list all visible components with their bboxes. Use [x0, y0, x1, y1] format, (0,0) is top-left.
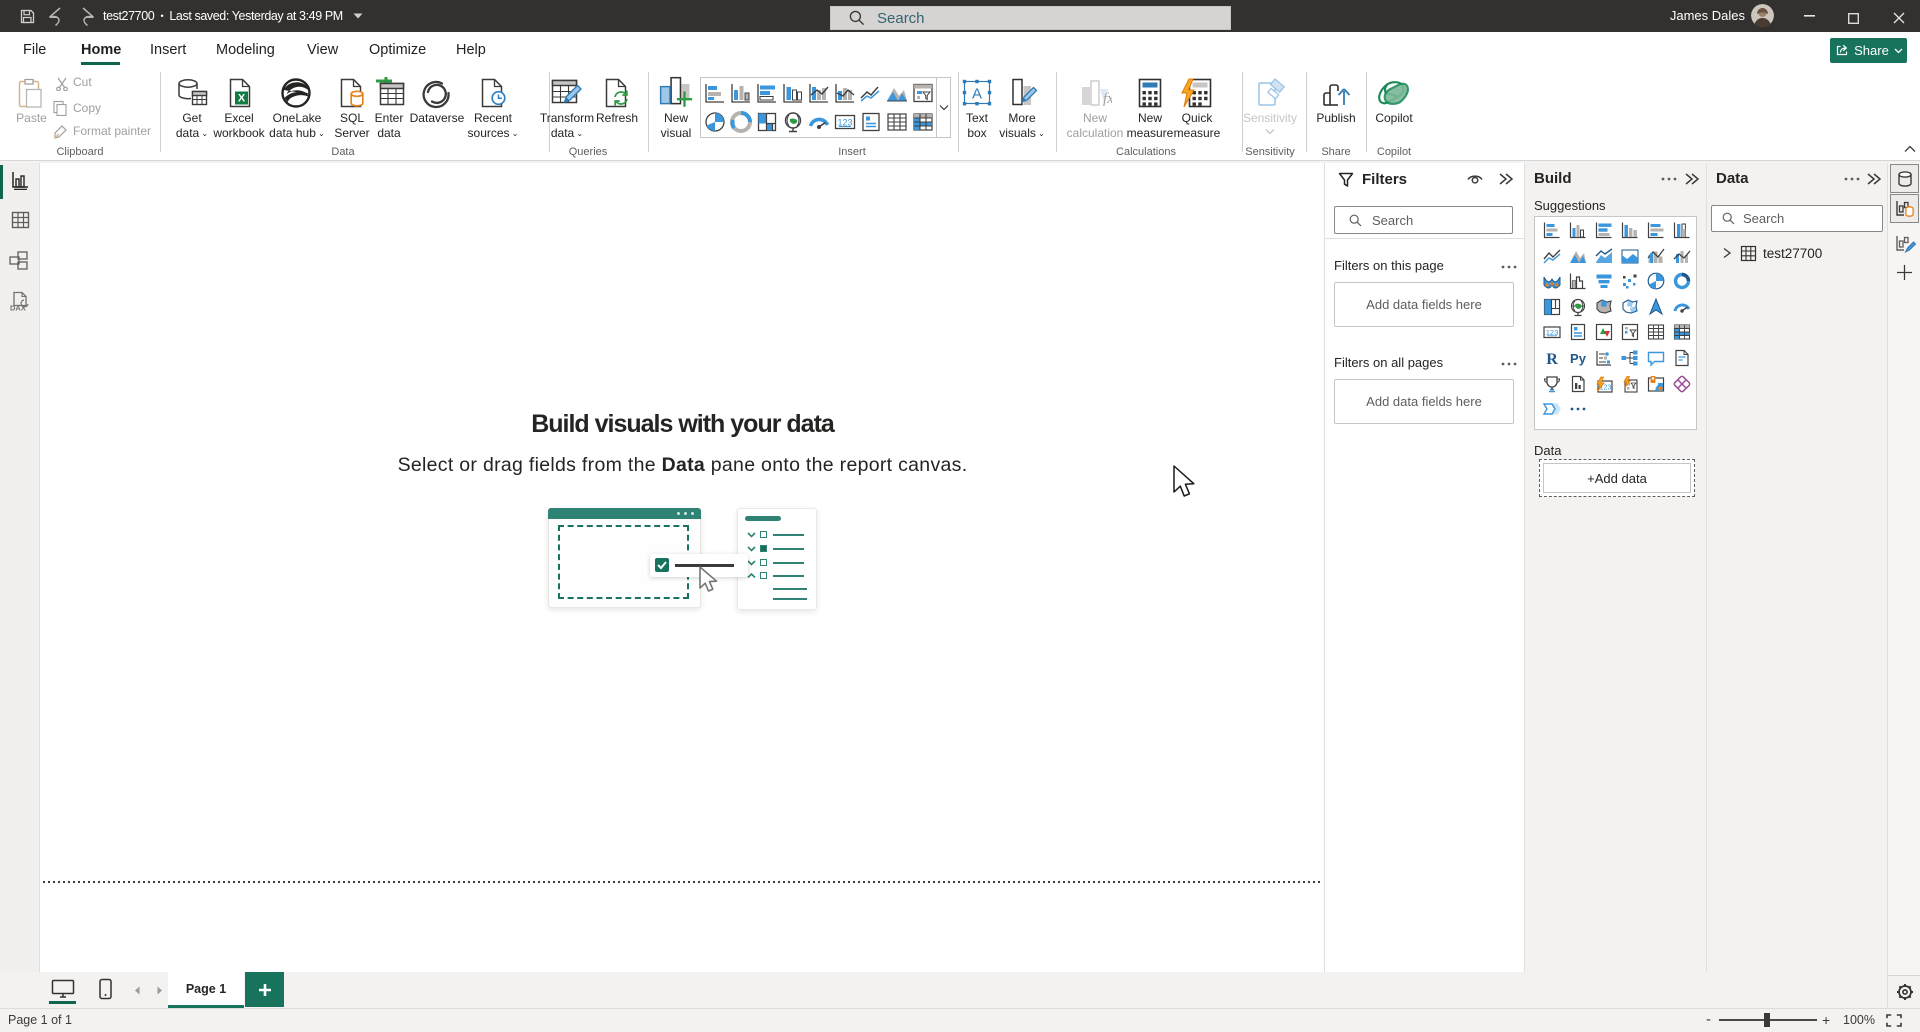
svg-text:X: X: [238, 93, 246, 105]
svg-text:R: R: [1546, 351, 1558, 368]
svg-text:A: A: [972, 86, 982, 103]
svg-text:fx: fx: [1103, 91, 1112, 107]
svg-text:DAX: DAX: [10, 304, 26, 313]
svg-text:Py: Py: [1570, 351, 1587, 366]
